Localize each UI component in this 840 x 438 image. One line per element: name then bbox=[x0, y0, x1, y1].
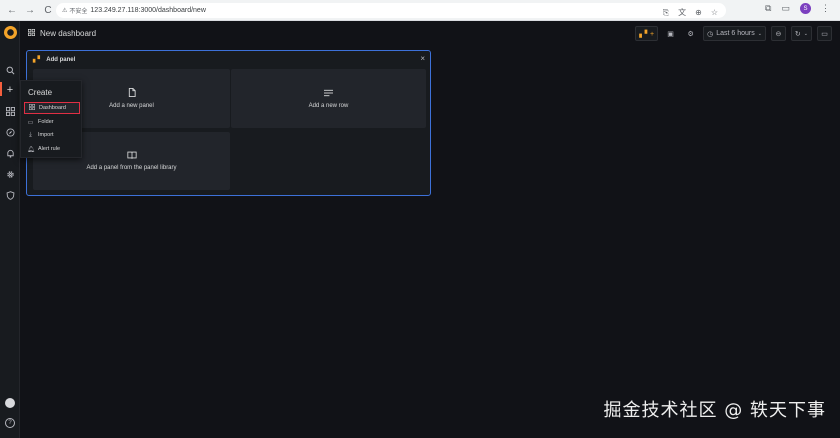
create-menu-title: Create bbox=[28, 88, 53, 97]
create-menu: Create Dashboard ▭ Folder ⤓ Import 🔔︎ Al… bbox=[20, 80, 82, 158]
add-panel-button[interactable]: ▖▘+ bbox=[635, 26, 659, 41]
zoom-out-button[interactable]: ⊖ bbox=[770, 26, 786, 41]
back-button[interactable]: ← bbox=[4, 2, 20, 18]
save-button[interactable]: ▣ bbox=[663, 26, 678, 41]
sidebar-toggle-icon[interactable]: ▭ bbox=[781, 3, 790, 14]
zoom-out-icon: ⊖ bbox=[775, 30, 782, 38]
search-icon[interactable] bbox=[4, 64, 16, 76]
add-panel-widget: ▖▘ Add panel × Add a new panel Add a new… bbox=[26, 50, 431, 196]
add-new-row-tile[interactable]: Add a new row bbox=[231, 69, 426, 128]
security-label: 不安全 bbox=[69, 9, 88, 15]
import-item[interactable]: ⤓ Import bbox=[24, 129, 80, 141]
tv-mode-button[interactable]: ▭ bbox=[817, 26, 832, 41]
active-indicator bbox=[0, 82, 2, 96]
browser-toolbar: ← → C ⚠ 不安全 123.249.27.118:3000/dashboar… bbox=[0, 0, 840, 21]
gear-icon: ⚙ bbox=[687, 30, 694, 38]
refresh-icon: ↻ bbox=[794, 30, 801, 38]
url-text: 123.249.27.118:3000/dashboard/new bbox=[90, 7, 206, 14]
panel-library-label: Add a panel from the panel library bbox=[86, 165, 177, 171]
apps-icon[interactable] bbox=[4, 105, 16, 117]
translate-icon[interactable]: 文 bbox=[678, 7, 686, 18]
zoom-icon[interactable]: ⊕ bbox=[695, 8, 702, 17]
save-icon: ▣ bbox=[667, 30, 674, 38]
time-range-label: Last 6 hours bbox=[716, 30, 755, 37]
create-dashboard-item[interactable]: Dashboard bbox=[24, 102, 80, 114]
add-new-row-label: Add a new row bbox=[308, 102, 349, 109]
apps-icon bbox=[28, 104, 35, 112]
chevron-down-icon: ⌄ bbox=[803, 30, 808, 37]
add-panel-icon: ▖▘+ bbox=[639, 30, 655, 38]
alert-rule-item[interactable]: 🔔︎ Alert rule bbox=[24, 143, 80, 155]
plus-icon[interactable]: + bbox=[4, 84, 16, 96]
side-menu: + ? bbox=[0, 21, 20, 438]
help-icon[interactable]: ? bbox=[5, 418, 15, 428]
compass-icon[interactable] bbox=[4, 126, 16, 138]
add-new-panel-label: Add a new panel bbox=[109, 103, 154, 109]
folder-icon: ▭ bbox=[27, 119, 34, 126]
shield-icon[interactable] bbox=[4, 189, 16, 201]
forward-button[interactable]: → bbox=[22, 2, 38, 18]
gear-icon[interactable] bbox=[4, 168, 16, 180]
address-bar[interactable]: ⚠ 不安全 123.249.27.118:3000/dashboard/new … bbox=[56, 3, 726, 18]
watermark: 掘金技术社区 @ 轶天下事 bbox=[603, 400, 826, 421]
extensions-icon[interactable]: ⧉ bbox=[765, 3, 771, 14]
chevron-down-icon: ⌄ bbox=[757, 30, 762, 37]
create-folder-label: Folder bbox=[38, 119, 54, 125]
browser-menu-icon[interactable]: ⋮ bbox=[821, 3, 830, 14]
user-avatar[interactable] bbox=[5, 398, 15, 408]
install-app-icon[interactable]: ⎘ bbox=[663, 8, 669, 18]
close-icon[interactable]: × bbox=[420, 54, 425, 63]
monitor-icon: ▭ bbox=[821, 30, 828, 38]
rows-icon bbox=[324, 89, 333, 99]
import-icon: ⤓ bbox=[29, 131, 32, 138]
dashboard-topbar: New dashboard ▖▘+ ▣ ⚙ ◷ Last 6 hours ⌄ ⊖… bbox=[20, 21, 840, 48]
add-panel-title: Add panel bbox=[46, 56, 76, 63]
grafana-logo-icon[interactable] bbox=[4, 26, 17, 39]
profile-avatar[interactable]: S bbox=[800, 3, 811, 14]
create-folder-item[interactable]: ▭ Folder bbox=[24, 116, 80, 128]
clock-icon: ◷ bbox=[707, 30, 714, 38]
add-panel-icon: ▖▘ bbox=[33, 57, 43, 63]
security-warning[interactable]: ⚠ 不安全 bbox=[62, 6, 87, 15]
page-title[interactable]: New dashboard bbox=[40, 29, 96, 38]
refresh-button[interactable]: ↻ ⌄ bbox=[790, 26, 812, 41]
bell-icon: 🔔︎ bbox=[27, 146, 35, 153]
alert-rule-label: Alert rule bbox=[38, 146, 61, 152]
file-icon bbox=[128, 88, 136, 99]
warning-icon: ⚠ bbox=[62, 8, 68, 14]
time-range-picker[interactable]: ◷ Last 6 hours ⌄ bbox=[703, 26, 766, 41]
bell-icon[interactable] bbox=[4, 147, 16, 159]
reload-button[interactable]: C bbox=[40, 2, 56, 18]
import-label: Import bbox=[38, 132, 54, 138]
create-dashboard-label: Dashboard bbox=[39, 105, 66, 111]
book-icon bbox=[126, 151, 137, 161]
dashboard-grid-icon bbox=[28, 29, 35, 38]
settings-button[interactable]: ⚙ bbox=[683, 26, 698, 41]
bookmark-star-icon[interactable]: ☆ bbox=[711, 8, 718, 17]
